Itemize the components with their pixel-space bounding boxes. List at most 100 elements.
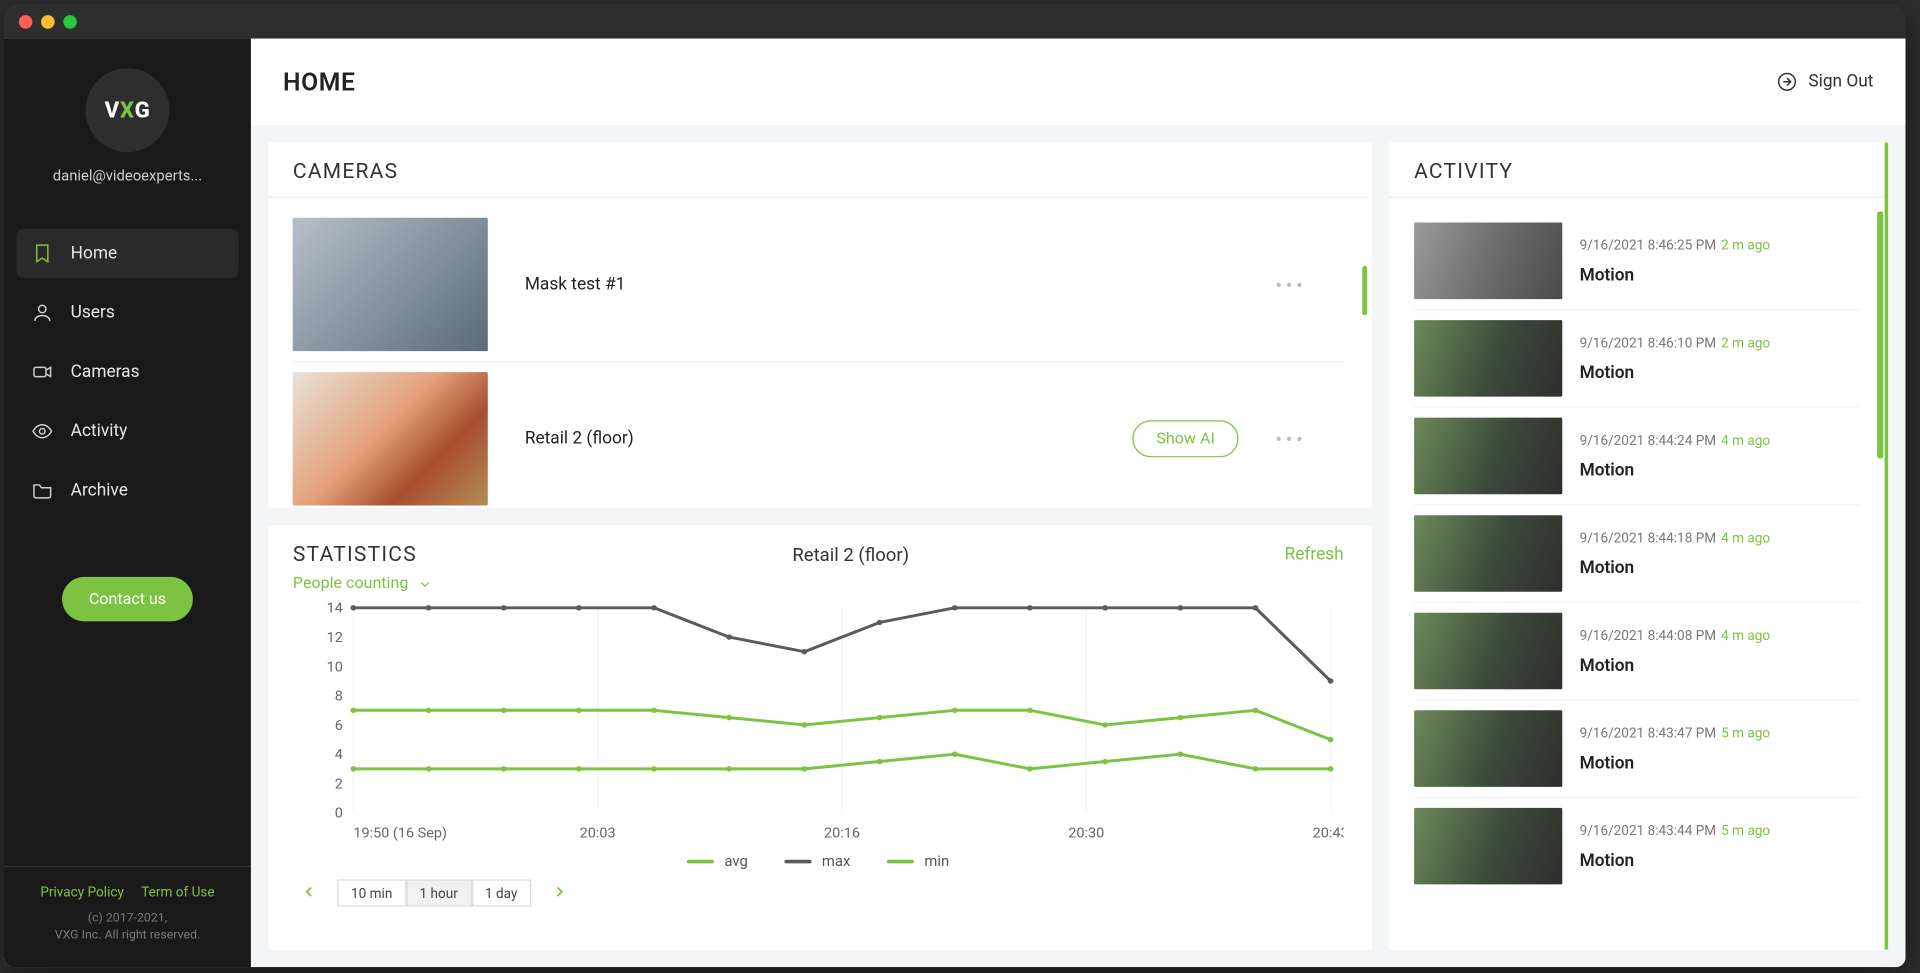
- activity-timestamp: 9/16/2021 8:44:18 PM: [1580, 529, 1717, 545]
- show-ai-button[interactable]: Show AI: [1133, 420, 1238, 457]
- activity-info: 9/16/2021 8:44:18 PM4 m agoMotion: [1580, 529, 1860, 577]
- activity-row[interactable]: 9/16/2021 8:46:10 PM2 m agoMotion: [1414, 310, 1860, 408]
- app-root: VXG daniel@videoexperts... Home Users Came…: [4, 39, 1906, 968]
- activity-row[interactable]: 9/16/2021 8:43:44 PM5 m ago Motion: [1414, 798, 1860, 894]
- sidebar-item-activity[interactable]: Activity: [16, 407, 238, 456]
- camera-row[interactable]: Mask test #1 •••: [293, 208, 1344, 362]
- window-zoom-icon[interactable]: [63, 14, 77, 28]
- activity-thumbnail: [1414, 613, 1562, 690]
- sidebar-item-label: Activity: [71, 421, 128, 441]
- brand-logo: VXG: [85, 68, 169, 152]
- activity-timestamp: 9/16/2021 8:43:47 PM: [1580, 724, 1717, 740]
- content: CAMERAS Mask test #1•••Retail 2 (floor)S…: [251, 125, 1906, 967]
- contact-us-button[interactable]: Contact us: [62, 577, 194, 621]
- activity-row[interactable]: 9/16/2021 8:44:18 PM4 m agoMotion: [1414, 505, 1860, 603]
- sidebar-nav: Home Users Cameras Activity Archive: [4, 229, 251, 515]
- statistics-title: STATISTICS: [293, 542, 417, 567]
- camera-row[interactable]: Retail 2 (floor)Show AI•••: [293, 362, 1344, 508]
- activity-info: 9/16/2021 8:44:08 PM4 m ago Motion: [1580, 627, 1860, 675]
- activity-row[interactable]: 9/16/2021 8:44:24 PM4 m agoMotion: [1414, 408, 1860, 506]
- cameras-title: CAMERAS: [268, 142, 1368, 198]
- statistics-subject: Retail 2 (floor): [792, 544, 909, 566]
- chevron-down-icon: [418, 576, 433, 591]
- chart-y-tick: 4: [335, 748, 343, 763]
- sign-out-icon: [1776, 71, 1798, 93]
- sidebar-item-home[interactable]: Home: [16, 229, 238, 278]
- app-window: VXG daniel@videoexperts... Home Users Came…: [4, 4, 1906, 967]
- activity-timestamp: 9/16/2021 8:44:24 PM: [1580, 432, 1717, 448]
- cameras-scrollbar[interactable]: [1362, 266, 1367, 315]
- sidebar-item-users[interactable]: Users: [16, 288, 238, 337]
- activity-row[interactable]: 9/16/2021 8:43:47 PM5 m ago Motion: [1414, 700, 1860, 798]
- activity-thumbnail: [1414, 418, 1562, 495]
- chart-y-tick: 10: [327, 660, 343, 675]
- activity-type: Motion: [1580, 753, 1860, 773]
- sidebar-item-archive[interactable]: Archive: [16, 466, 238, 515]
- activity-row[interactable]: 9/16/2021 8:44:08 PM4 m ago Motion: [1414, 603, 1860, 701]
- chart-x-tick: 20:43: [1313, 826, 1344, 841]
- metric-selector[interactable]: People counting: [268, 574, 1368, 597]
- activity-title: ACTIVITY: [1389, 142, 1884, 198]
- chart-x-tick: 20:30: [1068, 826, 1104, 841]
- activity-info: 9/16/2021 8:46:25 PM2 m agoMotion: [1580, 237, 1860, 285]
- range-button-1day[interactable]: 1 day: [471, 879, 531, 906]
- activity-timestamp: 9/16/2021 8:43:44 PM: [1580, 822, 1717, 838]
- statistics-chart: 0246810121419:50 (16 Sep)20:0320:1620:30…: [293, 598, 1344, 845]
- activity-timestamp: 9/16/2021 8:44:08 PM: [1580, 627, 1717, 643]
- window-close-icon[interactable]: [19, 14, 33, 28]
- sidebar-item-label: Home: [71, 244, 118, 264]
- activity-ago: 4 m ago: [1721, 529, 1770, 545]
- refresh-button[interactable]: Refresh: [1285, 545, 1344, 565]
- statistics-card: STATISTICS Retail 2 (floor) Refresh Peop…: [268, 525, 1372, 950]
- chart-y-tick: 2: [335, 777, 343, 792]
- left-column: CAMERAS Mask test #1•••Retail 2 (floor)S…: [268, 142, 1372, 950]
- range-button-1hour[interactable]: 1 hour: [406, 879, 472, 906]
- activity-info: 9/16/2021 8:43:44 PM5 m ago Motion: [1580, 822, 1860, 870]
- activity-ago: 5 m ago: [1721, 822, 1770, 838]
- statistics-header: STATISTICS Retail 2 (floor) Refresh: [268, 525, 1368, 574]
- sidebar: VXG daniel@videoexperts... Home Users Came…: [4, 39, 251, 968]
- privacy-link[interactable]: Privacy Policy: [40, 884, 124, 900]
- window-minimize-icon[interactable]: [41, 14, 55, 28]
- account-email: daniel@videoexperts...: [40, 167, 214, 184]
- chart-y-tick: 6: [335, 718, 343, 733]
- right-column: ACTIVITY 9/16/2021 8:46:25 PM2 m agoMoti…: [1389, 142, 1888, 950]
- activity-ago: 5 m ago: [1721, 724, 1770, 740]
- sidebar-item-label: Archive: [71, 481, 128, 501]
- chart-x-tick: 20:03: [580, 826, 616, 841]
- metric-selector-label: People counting: [293, 574, 408, 593]
- range-next-button[interactable]: [543, 880, 575, 906]
- activity-scrollbar[interactable]: [1877, 211, 1883, 458]
- terms-link[interactable]: Term of Use: [141, 884, 214, 900]
- chart-container: 0246810121419:50 (16 Sep)20:0320:1620:30…: [268, 598, 1368, 870]
- sign-out-button[interactable]: Sign Out: [1776, 71, 1873, 93]
- cameras-card: CAMERAS Mask test #1•••Retail 2 (floor)S…: [268, 142, 1372, 507]
- camera-thumbnail: [293, 218, 488, 351]
- sidebar-item-cameras[interactable]: Cameras: [16, 347, 238, 396]
- page-title: HOME: [283, 67, 356, 97]
- activity-list: 9/16/2021 8:46:25 PM2 m agoMotion 9/16/20…: [1389, 198, 1884, 950]
- chevron-left-icon: [300, 883, 317, 900]
- activity-row[interactable]: 9/16/2021 8:46:25 PM2 m agoMotion: [1414, 213, 1860, 311]
- activity-ago: 4 m ago: [1721, 627, 1770, 643]
- activity-thumbnail: [1414, 515, 1562, 592]
- camera-more-icon[interactable]: •••: [1276, 273, 1307, 296]
- bookmark-icon: [31, 242, 53, 264]
- chart-y-tick: 0: [335, 806, 343, 821]
- main: HOME Sign Out CAMERAS Mask test #1 ••• Ret…: [251, 39, 1906, 968]
- activity-thumbnail: [1414, 320, 1562, 397]
- time-range-controls: 10 min1 hour1 day: [268, 870, 1368, 907]
- sidebar-footer: Privacy Policy Term of Use (c) 2017-2021…: [4, 866, 251, 967]
- camera-thumbnail: [293, 372, 488, 505]
- camera-more-icon[interactable]: •••: [1276, 427, 1307, 450]
- activity-type: Motion: [1580, 655, 1860, 675]
- chart-legend: avg max min: [293, 852, 1344, 869]
- range-button-10min[interactable]: 10 min: [337, 879, 406, 906]
- activity-type: Motion: [1580, 850, 1860, 870]
- legend-avg: avg: [687, 852, 747, 869]
- activity-info: 9/16/2021 8:43:47 PM5 m ago Motion: [1580, 724, 1860, 772]
- sidebar-item-label: Cameras: [71, 362, 140, 382]
- camera-name: Mask test #1: [525, 274, 797, 294]
- range-prev-button[interactable]: [293, 880, 325, 906]
- activity-ago: 2 m ago: [1721, 334, 1770, 350]
